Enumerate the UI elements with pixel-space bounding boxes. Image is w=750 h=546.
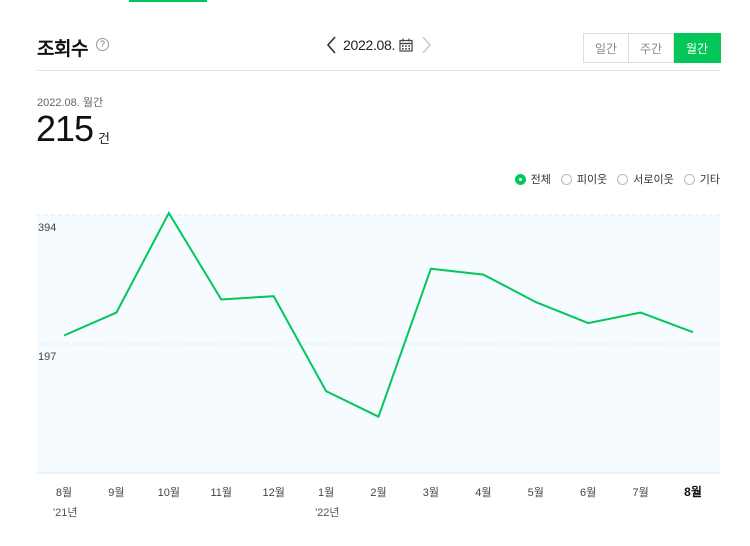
x-tick-label: 10월 — [158, 486, 180, 499]
x-tick-label: 7월 — [632, 486, 648, 499]
x-tick-label: 11월 — [210, 486, 232, 499]
plot-area — [37, 215, 720, 473]
x-tick-label: 9월 — [108, 486, 124, 499]
views-line-chart: 197 394 8월 9월 10월 11월 12월 1월 2월 3월 4월 5월 6월 7월 8월 '21년 '… — [37, 211, 720, 519]
x-tick-label: 8월 — [56, 486, 72, 499]
x-tick-label: 2월 — [370, 486, 386, 499]
x-tick-label: 5월 — [528, 486, 544, 499]
x-tick-label: 4월 — [475, 486, 491, 499]
year-label: '22년 — [315, 506, 339, 519]
year-label: '21년 — [53, 506, 77, 519]
x-tick-label: 3월 — [423, 486, 439, 499]
x-tick-label: 8월 — [684, 484, 702, 499]
y-tick-label: 394 — [38, 222, 56, 234]
x-tick-label: 1월 — [318, 486, 334, 499]
x-tick-label: 6월 — [580, 486, 596, 499]
x-tick-label: 12월 — [262, 486, 284, 499]
y-tick-label: 197 — [38, 351, 56, 363]
